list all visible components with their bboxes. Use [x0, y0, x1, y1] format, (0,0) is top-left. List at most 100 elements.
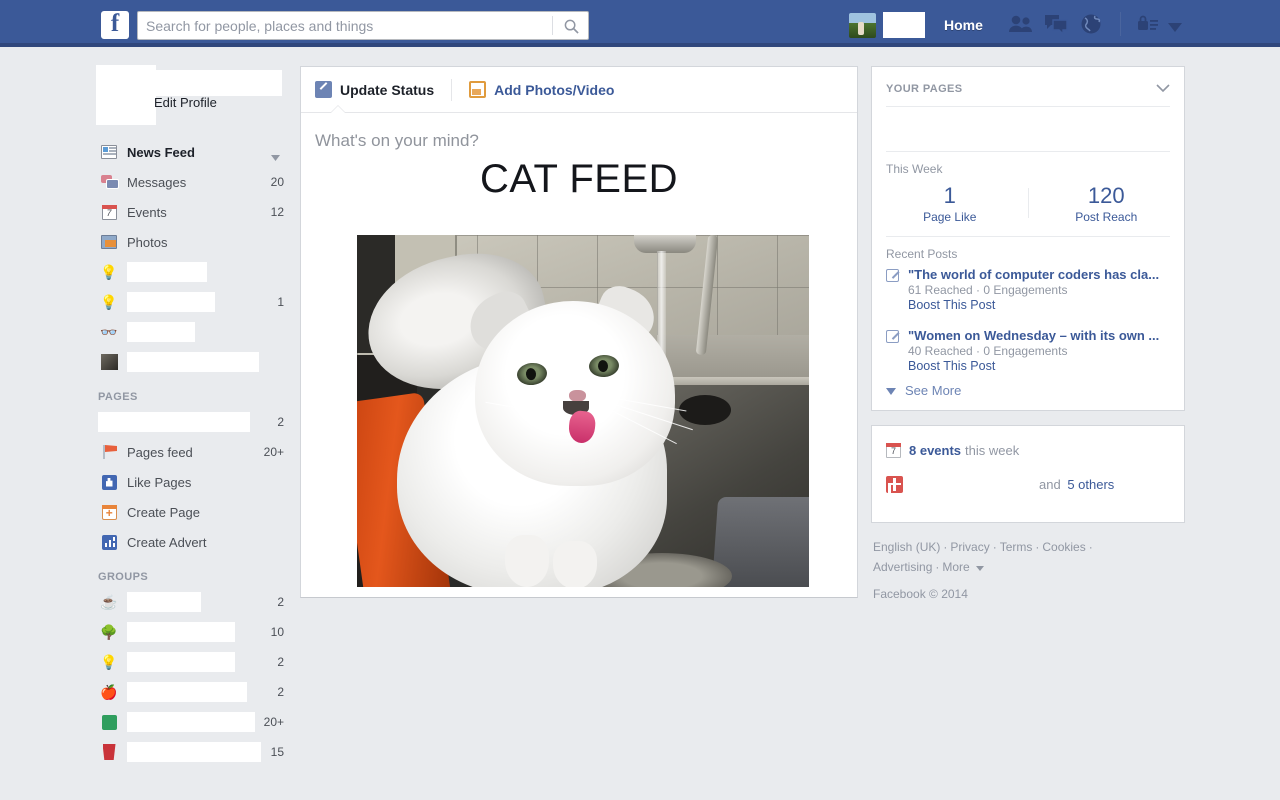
sidebar-item-group-redacted[interactable]: 🍎 2	[96, 677, 286, 707]
edit-profile-link[interactable]: Edit Profile	[154, 95, 217, 110]
sidebar-item-count: 20	[270, 175, 284, 189]
sidebar-item-redacted[interactable]: 💡 1	[96, 287, 286, 317]
stat-page-like[interactable]: 1 Page Like	[872, 182, 1028, 224]
sidebar-item-label: Create Advert	[127, 534, 207, 550]
lightbulb-icon: 💡	[100, 263, 118, 280]
sidebar-item-group-redacted[interactable]: ☕ 2	[96, 587, 286, 617]
footer-link-cookies[interactable]: Cookies	[1042, 540, 1085, 554]
glasses-icon: 👓	[100, 323, 118, 340]
footer: English (UK) · Privacy · Terms · Cookies · Adve…	[871, 537, 1185, 604]
footer-link-more[interactable]: More	[942, 560, 969, 574]
sidebar-item-redacted[interactable]: 💡	[96, 257, 286, 287]
events-count-link[interactable]: 8 events	[909, 443, 961, 458]
thumbs-up-icon	[98, 473, 120, 491]
footer-more-caret-icon[interactable]	[973, 560, 985, 574]
stat-post-reach[interactable]: 120 Post Reach	[1029, 182, 1185, 224]
boost-post-link[interactable]: Boost This Post	[908, 298, 1170, 312]
sidebar-item-label-redacted	[127, 742, 261, 762]
sidebar-item-create-advert[interactable]: Create Advert	[96, 527, 286, 557]
footer-link-advertising[interactable]: Advertising	[873, 560, 932, 574]
see-more-button[interactable]: See More	[872, 381, 1184, 410]
sidebar-item-page-redacted[interactable]: 2	[96, 407, 286, 437]
sidebar-item-group-redacted[interactable]: 15	[96, 737, 286, 767]
chevron-down-icon[interactable]	[271, 149, 280, 164]
sidebar-item-create-page[interactable]: Create Page	[96, 497, 286, 527]
sidebar-item-group-redacted[interactable]: 20+	[96, 707, 286, 737]
tab-add-photos-video[interactable]: Add Photos/Video	[469, 68, 614, 112]
globe-icon[interactable]	[1077, 12, 1105, 36]
sidebar-item-label: Create Page	[127, 504, 200, 520]
tab-label: Update Status	[340, 81, 435, 98]
post-title[interactable]: "The world of computer coders has cla...	[908, 267, 1170, 282]
pencil-icon	[315, 81, 332, 98]
tree-icon: 🌳	[100, 623, 118, 640]
search-icon[interactable]	[559, 16, 583, 36]
account-caret-icon[interactable]	[1168, 20, 1182, 35]
profile-block[interactable]: Edit Profile	[96, 61, 286, 137]
sidebar-item-group-redacted[interactable]: 💡 2	[96, 647, 286, 677]
post-title: CAT FEED	[479, 157, 679, 201]
post-title[interactable]: "Women on Wednesday – with its own ...	[908, 328, 1170, 343]
tab-update-status[interactable]: Update Status	[315, 68, 434, 112]
search-box[interactable]	[137, 11, 589, 40]
privacy-lock-icon[interactable]	[1136, 13, 1160, 35]
sidebar-item-redacted[interactable]: 👓	[96, 317, 286, 347]
boost-post-link[interactable]: Boost This Post	[908, 359, 1170, 373]
search-input[interactable]	[146, 12, 546, 39]
nav-user-name-redacted[interactable]	[883, 12, 925, 38]
copyright-text: Facebook © 2014	[873, 587, 968, 601]
friends-icon[interactable]	[1007, 12, 1035, 36]
nav-avatar[interactable]	[849, 12, 876, 38]
post-edit-icon	[886, 330, 899, 343]
apple-icon: 🍎	[100, 683, 118, 700]
avatar[interactable]	[96, 65, 156, 125]
chevron-down-icon[interactable]	[1156, 81, 1170, 96]
stat-caption: Post Reach	[1075, 210, 1138, 224]
nav-profile-link[interactable]: Home	[849, 12, 983, 38]
sidebar-item-messages[interactable]: Messages 20	[96, 167, 286, 197]
sidebar-section-groups: Groups	[98, 571, 149, 583]
messages-icon[interactable]	[1042, 12, 1070, 36]
facebook-logo[interactable]: f	[101, 11, 129, 39]
search-divider	[552, 16, 553, 35]
sidebar-item-label-redacted	[127, 352, 259, 372]
sidebar-item-count: 2	[277, 595, 284, 609]
sidebar-item-count: 2	[277, 655, 284, 669]
photos-icon	[98, 233, 120, 251]
sidebar-item-news-feed[interactable]: News Feed	[96, 137, 286, 167]
footer-link-privacy[interactable]: Privacy	[950, 540, 989, 554]
sidebar-item-redacted[interactable]	[96, 347, 286, 377]
sidebar-item-pages-feed[interactable]: Pages feed 20+	[96, 437, 286, 467]
sidebar-item-photos[interactable]: Photos	[96, 227, 286, 257]
nav-divider	[1120, 12, 1121, 36]
home-link[interactable]: Home	[944, 17, 983, 33]
sidebar-item-group-redacted[interactable]: 🌳 10	[96, 617, 286, 647]
sidebar-item-events[interactable]: 7 Events 12	[96, 197, 286, 227]
footer-link-terms[interactable]: Terms	[1000, 540, 1033, 554]
post-photo[interactable]	[357, 235, 809, 587]
composer-tabs: Update Status Add Photos/Video	[301, 67, 857, 113]
profile-name-redacted[interactable]	[154, 70, 282, 96]
coffee-mug-icon: ☕	[100, 593, 118, 610]
birthdays-row[interactable]: and 5 others	[886, 472, 1170, 496]
your-pages-header[interactable]: Your Pages	[872, 67, 1184, 106]
sidebar-item-count: 2	[277, 685, 284, 699]
events-this-week-row[interactable]: 7 8 events this week	[886, 438, 1170, 462]
red-cup-icon	[98, 743, 120, 761]
status-composer: Update Status Add Photos/Video What's on…	[300, 66, 858, 598]
sidebar-item-like-pages[interactable]: Like Pages	[96, 467, 286, 497]
flag-icon	[98, 443, 120, 461]
page-row-redacted[interactable]	[872, 107, 1184, 151]
card-title: Your Pages	[886, 82, 963, 95]
sidebar-item-count: 12	[270, 205, 284, 219]
composer-placeholder[interactable]: What's on your mind?	[301, 113, 857, 151]
post-stats: 40 Reached · 0 Engagements	[908, 344, 1068, 358]
footer-link-language[interactable]: English (UK)	[873, 540, 940, 554]
recent-post-item[interactable]: "Women on Wednesday – with its own ... 4…	[872, 326, 1184, 381]
sidebar-item-label: Like Pages	[127, 474, 192, 490]
sidebar-section-pages: Pages	[98, 391, 138, 403]
recent-post-item[interactable]: "The world of computer coders has cla...…	[872, 265, 1184, 320]
create-page-icon	[98, 503, 120, 521]
sidebar-item-label-redacted	[127, 682, 247, 702]
others-link[interactable]: 5 others	[1067, 477, 1114, 492]
